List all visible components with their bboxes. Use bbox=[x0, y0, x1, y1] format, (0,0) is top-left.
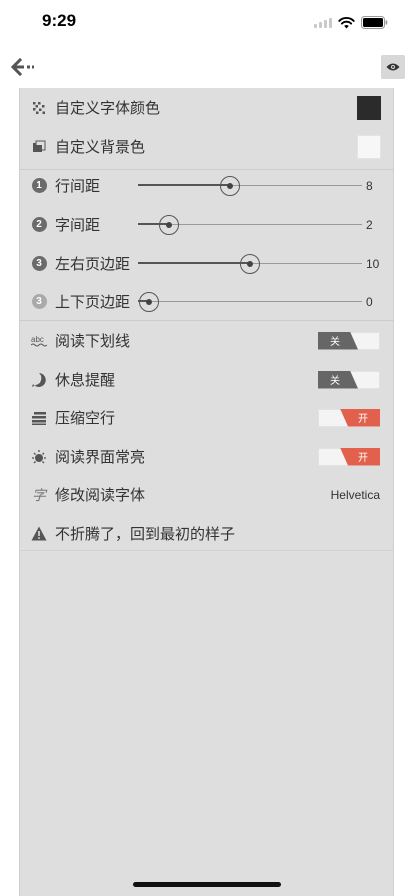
reset-label: 不折腾了，回到最初的样子 bbox=[55, 525, 236, 543]
horizontal-margin-slider[interactable] bbox=[138, 253, 362, 274]
slider-thumb[interactable] bbox=[219, 175, 240, 196]
rest-reminder-row: Z 休息提醒 关 bbox=[20, 360, 393, 399]
line-spacing-label: 行间距 bbox=[55, 177, 101, 195]
font-char-icon: 字 bbox=[32, 487, 46, 504]
back-arrow-icon bbox=[11, 58, 34, 76]
divider bbox=[20, 550, 393, 551]
reading-font-value: Helvetica bbox=[330, 487, 380, 502]
compress-lines-icon bbox=[30, 409, 48, 427]
screen: 9:29 自定义字体颜色 自定义背景色 1 行间距 8 2 字间距 2 3 左右… bbox=[0, 0, 414, 896]
rest-reminder-toggle[interactable]: 关 bbox=[318, 370, 380, 389]
rest-reminder-label: 休息提醒 bbox=[55, 371, 116, 389]
keep-screen-on-row: 阅读界面常亮 开 bbox=[20, 437, 393, 476]
rest-reminder-icon: Z bbox=[30, 371, 48, 389]
battery-icon bbox=[361, 15, 388, 29]
background-color-row[interactable]: 自定义背景色 bbox=[20, 127, 393, 166]
eye-icon bbox=[386, 63, 400, 71]
underline-row: abc 阅读下划线 关 bbox=[20, 321, 393, 360]
line-spacing-slider[interactable] bbox=[138, 175, 362, 196]
line-spacing-value: 8 bbox=[366, 178, 373, 193]
vertical-margin-slider[interactable] bbox=[138, 291, 362, 312]
abc-underline-icon: abc bbox=[30, 332, 48, 350]
letter-spacing-row: 2 字间距 2 bbox=[20, 205, 393, 244]
compress-blank-row: 压缩空行 开 bbox=[20, 398, 393, 437]
sun-icon bbox=[30, 448, 48, 466]
home-indicator bbox=[133, 882, 281, 887]
slider-thumb[interactable] bbox=[139, 291, 160, 312]
svg-text:Z: Z bbox=[36, 378, 41, 385]
wifi-icon bbox=[338, 16, 355, 28]
underline-toggle[interactable]: 关 bbox=[318, 331, 380, 350]
cellular-signal-icon bbox=[314, 16, 332, 28]
slider-thumb[interactable] bbox=[240, 253, 260, 274]
svg-text:abc: abc bbox=[31, 335, 44, 344]
vertical-margin-row: 3 上下页边距 0 bbox=[20, 282, 393, 321]
horizontal-margin-row: 3 左右页边距 10 bbox=[20, 244, 393, 283]
vertical-margin-label: 上下页边距 bbox=[55, 293, 131, 311]
preview-button[interactable] bbox=[381, 55, 405, 79]
background-fill-icon bbox=[30, 138, 48, 156]
status-bar: 9:29 bbox=[0, 0, 414, 46]
number-2-icon: 2 bbox=[30, 216, 48, 234]
reset-row[interactable]: 不折腾了，回到最初的样子 bbox=[20, 514, 393, 553]
line-spacing-row: 1 行间距 8 bbox=[20, 166, 393, 205]
letter-spacing-value: 2 bbox=[366, 217, 373, 232]
horizontal-margin-value: 10 bbox=[366, 256, 380, 271]
number-1-icon: 1 bbox=[30, 177, 48, 195]
underline-label: 阅读下划线 bbox=[55, 332, 131, 350]
font-color-label: 自定义字体颜色 bbox=[55, 99, 161, 117]
slider-thumb[interactable] bbox=[159, 214, 180, 235]
color-dots-icon bbox=[30, 99, 48, 117]
reading-font-label: 修改阅读字体 bbox=[55, 486, 146, 504]
status-icons bbox=[314, 14, 388, 30]
back-button[interactable] bbox=[10, 54, 38, 80]
horizontal-margin-label: 左右页边距 bbox=[55, 255, 131, 273]
keep-screen-on-label: 阅读界面常亮 bbox=[55, 448, 146, 466]
compress-blank-toggle[interactable]: 开 bbox=[318, 408, 380, 427]
compress-blank-label: 压缩空行 bbox=[55, 409, 116, 427]
background-color-swatch[interactable] bbox=[357, 134, 381, 159]
number-3-icon: 3 bbox=[30, 255, 48, 273]
nav-bar bbox=[0, 46, 414, 88]
keep-screen-on-toggle[interactable]: 开 bbox=[318, 447, 380, 466]
settings-panel: 自定义字体颜色 自定义背景色 1 行间距 8 2 字间距 2 3 左右页边距 1… bbox=[19, 88, 394, 896]
background-color-label: 自定义背景色 bbox=[55, 138, 146, 156]
reading-font-row[interactable]: 字 修改阅读字体 Helvetica bbox=[20, 475, 393, 514]
font-color-row[interactable]: 自定义字体颜色 bbox=[20, 88, 393, 127]
warning-icon bbox=[30, 525, 48, 543]
letter-spacing-slider[interactable] bbox=[138, 214, 362, 235]
number-3-faded-icon: 3 bbox=[30, 293, 48, 311]
font-color-swatch[interactable] bbox=[357, 95, 381, 120]
vertical-margin-value: 0 bbox=[366, 294, 373, 309]
status-time: 9:29 bbox=[42, 11, 77, 30]
letter-spacing-label: 字间距 bbox=[55, 216, 101, 234]
